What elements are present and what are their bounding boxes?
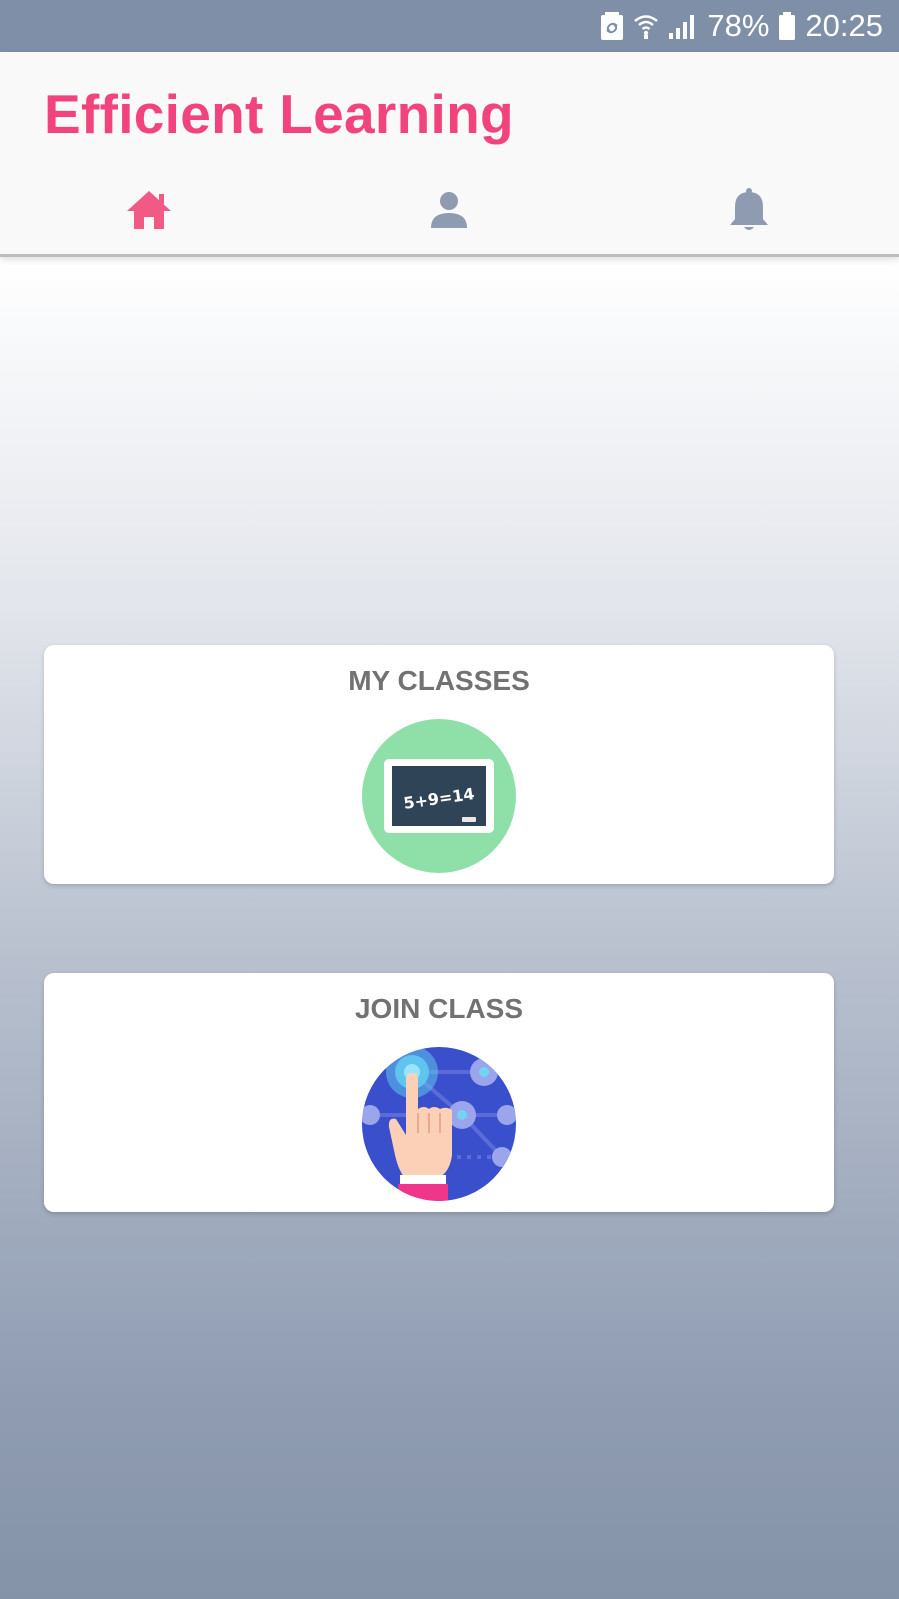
status-bar: 78% 20:25	[0, 0, 899, 52]
touch-network-icon	[362, 1047, 516, 1201]
app-header: Efficient Learning	[0, 52, 899, 257]
home-icon	[126, 189, 172, 236]
tab-bar	[0, 182, 899, 242]
clock: 20:25	[805, 8, 883, 43]
join-class-title: JOIN CLASS	[354, 993, 524, 1024]
my-classes-title: MY CLASSES	[348, 665, 530, 696]
join-class-card[interactable]: JOIN CLASS	[44, 973, 834, 1212]
wifi-icon	[633, 13, 659, 39]
battery-saver-icon	[601, 12, 624, 40]
battery-icon	[779, 12, 796, 40]
signal-icon	[669, 13, 697, 39]
bell-icon	[729, 187, 769, 238]
battery-percent: 78%	[707, 8, 770, 43]
my-classes-card[interactable]: MY CLASSES 5+9=14	[44, 645, 834, 884]
app-title: Efficient Learning	[44, 83, 514, 145]
tab-home[interactable]	[119, 182, 179, 242]
chalkboard-icon: 5+9=14	[362, 719, 516, 873]
tab-profile[interactable]	[419, 182, 479, 242]
person-icon	[429, 190, 469, 235]
tab-notifications[interactable]	[719, 182, 779, 242]
